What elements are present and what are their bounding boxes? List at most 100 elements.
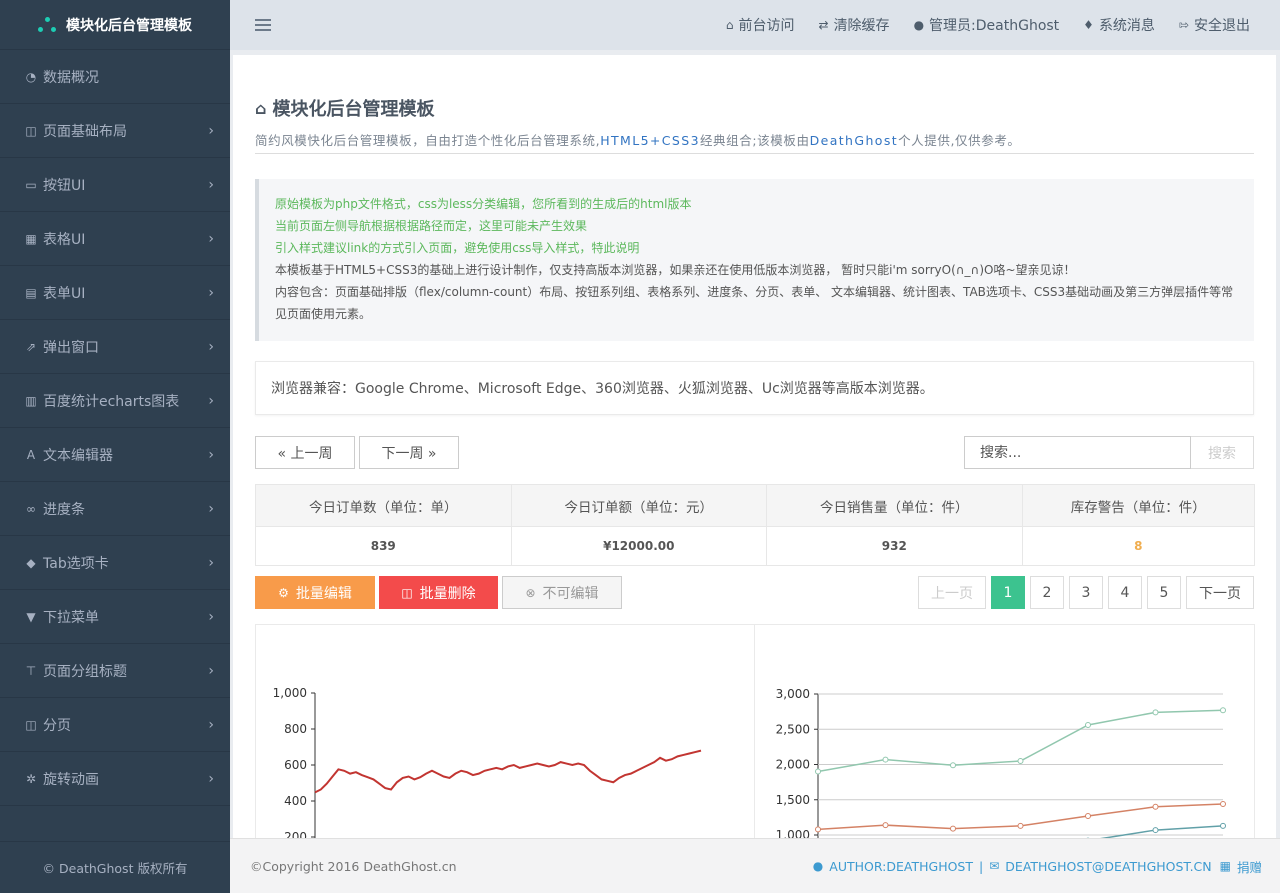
pagination-page-2[interactable]: 2 <box>1030 576 1064 609</box>
chevron-right-icon: › <box>208 501 214 517</box>
pagination-prev[interactable]: 上一页 <box>918 576 986 609</box>
pagination-page-4[interactable]: 4 <box>1108 576 1142 609</box>
sidebar-item-2[interactable]: ◫ 页面基础布局 › <box>0 104 230 158</box>
top-link-admin[interactable]: ● 管理员:DeathGhost <box>914 15 1060 35</box>
user-icon: ● <box>812 859 824 873</box>
data-point <box>1152 827 1159 834</box>
top-link-logout[interactable]: ⇰ 安全退出 <box>1179 15 1250 35</box>
binoculars-icon: ∞ <box>26 501 36 516</box>
sidebar-item-6[interactable]: ⇗ 弹出窗口 › <box>0 320 230 374</box>
table-row: 839 ¥12000.00 932 8 <box>255 526 1256 566</box>
notice-box: 原始模板为php文件格式，css为less分类编辑，您所看到的生成后的html版… <box>255 179 1254 341</box>
data-point <box>1152 803 1159 810</box>
pagination-next[interactable]: 下一页 <box>1186 576 1254 609</box>
app-logo[interactable]: 模块化后台管理模板 <box>0 0 230 50</box>
times-circle-icon: ⊗ <box>525 585 536 600</box>
page-title: ⌂ 模块化后台管理模板 <box>255 98 435 121</box>
random-icon: ⇄ <box>818 18 829 32</box>
inbox-icon: ▭ <box>25 177 37 192</box>
user-icon: ● <box>913 18 925 32</box>
footer-email[interactable]: DEATHGHOST@DEATHGHOST.CN <box>1005 859 1211 874</box>
pagination-page-5[interactable]: 5 <box>1147 576 1181 609</box>
sidebar-item-13[interactable]: ◫ 分页 › <box>0 698 230 752</box>
y-tick-label: 1,000 <box>776 828 810 838</box>
data-point <box>882 822 889 829</box>
chevron-right-icon: › <box>208 123 214 139</box>
search-button[interactable]: 搜索 <box>1191 436 1254 469</box>
batch-delete-button[interactable]: ◫ 批量删除 <box>379 576 498 609</box>
page-description: 简约风模快化后台管理模板，自由打造个性化后台管理系统,HTML5+CSS3经典组… <box>255 133 1021 148</box>
y-tick-label: 200 <box>284 830 307 838</box>
sidebar-item-3[interactable]: ▭ 按钮UI › <box>0 158 230 212</box>
footer-donate[interactable]: 捐赠 <box>1237 857 1262 876</box>
chevron-right-icon: › <box>208 177 214 193</box>
search-input[interactable] <box>964 436 1191 469</box>
batch-edit-button[interactable]: ⚙ 批量编辑 <box>255 576 375 609</box>
series-line-1 <box>314 749 702 794</box>
gear-icon: ⚙ <box>278 585 289 600</box>
data-point <box>1220 707 1226 714</box>
chevron-right-icon: › <box>208 555 214 571</box>
column-header: 今日订单数（单位：单） <box>255 484 512 527</box>
list-alt-icon: ▤ <box>25 285 37 300</box>
action-toolbar: ⚙ 批量编辑 ◫ 批量删除 ⊗ 不可编辑 上一页 1 2 3 4 5 下一页 <box>255 576 1254 609</box>
top-link-messages[interactable]: ♦ 系统消息 <box>1083 15 1155 35</box>
pagination-page-1[interactable]: 1 <box>991 576 1025 609</box>
sidebar-item-14[interactable]: ✲ 旋转动画 › <box>0 752 230 806</box>
sidebar-item-label: 表单UI <box>43 285 86 302</box>
home-icon: ⌂ <box>725 18 734 32</box>
sidebar-item-7[interactable]: ▥ 百度统计echarts图表 › <box>0 374 230 428</box>
envelope-icon: ✉ <box>989 859 1000 873</box>
data-point <box>815 768 821 775</box>
notice-line: 本模板基于HTML5+CSS3的基础上进行设计制作，仅支持高版本浏览器，如果亲还… <box>275 263 1076 277</box>
chevron-right-icon: › <box>208 663 214 679</box>
sidebar-item-1[interactable]: ◔ 数据概况 <box>0 50 230 104</box>
week-toolbar: « 上一周 下一周 » 搜索 <box>255 436 1254 469</box>
bell-icon: ♦ <box>1083 18 1094 32</box>
sidebar-item-5[interactable]: ▤ 表单UI › <box>0 266 230 320</box>
chart-left: 1,000 800 600 400 200 <box>256 625 755 838</box>
sidebar-item-12[interactable]: ⊤ 页面分组标题 › <box>0 644 230 698</box>
data-point <box>950 825 956 832</box>
sidebar-item-label: 文本编辑器 <box>43 447 113 464</box>
sidebar-item-label: 按钮UI <box>43 177 86 194</box>
chevron-right-icon: › <box>208 609 214 625</box>
pagination-page-3[interactable]: 3 <box>1069 576 1103 609</box>
data-point <box>1220 800 1226 807</box>
sidebar-item-9[interactable]: ∞ 进度条 › <box>0 482 230 536</box>
data-point <box>1152 709 1159 716</box>
top-link-frontend[interactable]: ⌂ 前台访问 <box>726 15 795 35</box>
sidebar-item-10[interactable]: ◆ Tab选项卡 › <box>0 536 230 590</box>
sidebar-item-4[interactable]: ▦ 表格UI › <box>0 212 230 266</box>
charts-row: 1,000 800 600 400 200 3,000 2,500 2,000 1,500 1,… <box>255 624 1255 838</box>
sidebar-item-11[interactable]: ▼ 下拉菜单 › <box>0 590 230 644</box>
column-header: 今日销售量（单位：件） <box>766 484 1023 527</box>
line-chart-right: 3,000 2,500 2,000 1,500 1,000 <box>776 687 1226 838</box>
top-link-clear-cache[interactable]: ⇄ 清除缓存 <box>819 15 890 35</box>
prev-week-button[interactable]: « 上一周 <box>255 436 355 469</box>
footer-author[interactable]: AUTHOR:DEATHGHOST <box>829 859 973 874</box>
notice-line: 当前页面左侧导航根据根据路径而定，这里可能未产生效果 <box>275 219 588 233</box>
chart-right: 3,000 2,500 2,000 1,500 1,000 <box>755 625 1254 838</box>
y-tick-label: 800 <box>284 722 307 736</box>
sidebar-item-label: 表格UI <box>43 231 86 248</box>
sidebar-nav: ◔ 数据概况 ◫ 页面基础布局 › ▭ 按钮UI › ▦ 表格UI › ▤ 表单UI › ⇗ 弹出窗口 › ▥ 百度… <box>0 50 230 806</box>
menu-toggle-icon[interactable] <box>255 19 271 31</box>
sidebar-item-8[interactable]: A 文本编辑器 › <box>0 428 230 482</box>
chevron-right-icon: › <box>208 285 214 301</box>
notice-line: 原始模板为php文件格式，css为less分类编辑，您所看到的生成后的html版… <box>275 197 692 211</box>
sidebar-item-label: 下拉菜单 <box>43 609 99 626</box>
column-header: 库存警告（单位：件） <box>1021 484 1256 527</box>
y-tick-label: 2,000 <box>776 758 810 772</box>
table-cell: 8 <box>1021 526 1256 566</box>
footer-copyright: ©Copyright 2016 DeathGhost.cn <box>250 858 457 874</box>
next-week-button[interactable]: 下一周 » <box>359 436 459 469</box>
y-tick-label: 3,000 <box>776 687 810 701</box>
not-editable-button[interactable]: ⊗ 不可编辑 <box>502 576 622 609</box>
trash-icon: ◫ <box>401 585 413 600</box>
columns-icon: ◫ <box>25 123 37 138</box>
bar-chart-icon: ▥ <box>25 393 37 408</box>
sitemap-icon: ⊤ <box>25 663 37 678</box>
y-tick-label: 1,500 <box>776 793 810 807</box>
sidebar-item-label: Tab选项卡 <box>43 555 109 572</box>
